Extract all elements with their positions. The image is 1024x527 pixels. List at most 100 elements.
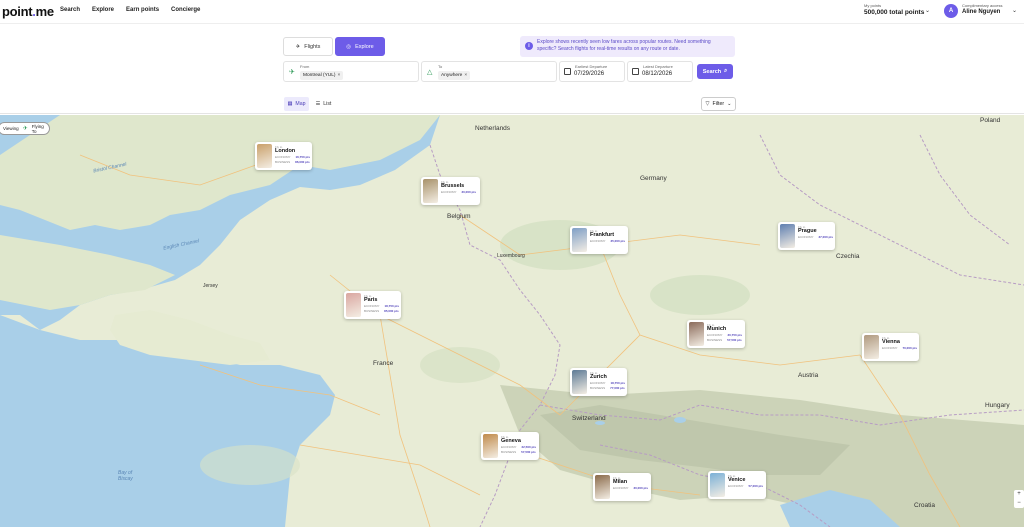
map-label-bay-of-biscay: Bay of Biscay <box>118 470 133 482</box>
search-button[interactable]: Search ⌕ <box>697 64 733 79</box>
map-background <box>0 115 1024 527</box>
viewing-flying-to-chip[interactable]: Viewing ✈ Flying To <box>0 122 50 135</box>
to-chip[interactable]: Anywhere × <box>438 71 471 80</box>
takeoff-icon: ✈ <box>289 69 295 76</box>
destination-card-brussels[interactable]: Fly to Brussels ECONOMY 30,000 pts <box>421 177 480 205</box>
view-list-button[interactable]: ☰ List <box>311 97 336 111</box>
destination-card-vienna[interactable]: Fly to Vienna ECONOMY 70,000 pts <box>862 333 919 361</box>
destination-card-zurich[interactable]: Fly to Zurich ECONOMY 18,750 pts BUSINESS 77,… <box>570 368 627 396</box>
avatar[interactable]: A <box>944 4 958 18</box>
fare-row: ECONOMY 70,000 pts <box>882 346 917 350</box>
close-icon[interactable]: × <box>338 73 341 78</box>
top-nav: point.me Search Explore Earn points Conc… <box>0 0 1024 24</box>
account-info[interactable]: Complimentary access Aline Nguyen <box>962 3 1002 15</box>
destination-name: Prague <box>798 228 817 234</box>
filter-icon: ▽ <box>705 101 710 107</box>
to-field[interactable]: △ To Anywhere × <box>421 61 557 82</box>
earliest-label: Earliest Departure <box>575 64 608 69</box>
fare-price: 30,750 pts <box>727 333 743 337</box>
destination-thumbnail <box>346 293 361 317</box>
globe-icon: △ <box>427 69 433 76</box>
destination-card-munich[interactable]: Fly to Munich ECONOMY 30,750 pts BUSINESS 57,… <box>687 320 745 348</box>
destination-thumbnail <box>257 144 272 168</box>
to-value: Anywhere <box>441 73 463 78</box>
earliest-departure-field[interactable]: Earliest Departure 07/29/2026 <box>559 61 625 82</box>
fare-price: 57,000 pts <box>748 484 764 488</box>
destination-thumbnail <box>780 224 795 248</box>
mode-flights-label: Flights <box>304 43 321 50</box>
map-label-croatia: Croatia <box>914 502 935 509</box>
zoom-out-button[interactable]: − <box>1014 499 1024 508</box>
chevron-down-icon[interactable]: ⌄ <box>1012 7 1017 14</box>
compass-icon: ◎ <box>346 43 352 50</box>
calendar-icon <box>564 68 571 75</box>
fare-row: ECONOMY 18,750 pts <box>364 304 399 308</box>
from-chip[interactable]: Montreal (YUL) × <box>300 71 344 80</box>
fare-row: BUSINESS 77,000 pts <box>590 386 625 390</box>
chevron-down-icon[interactable]: ⌄ <box>925 7 930 14</box>
cabin-label: BUSINESS <box>364 309 380 313</box>
destination-card-milan[interactable]: Fly to Milan ECONOMY 30,000 pts <box>593 473 651 501</box>
fare-price: 57,500 pts <box>727 338 742 342</box>
map-label-czechia: Czechia <box>836 253 860 260</box>
destination-name: Zurich <box>590 374 607 380</box>
latest-departure-field[interactable]: Latest Departure 08/12/2026 <box>627 61 693 82</box>
mode-explore-button[interactable]: ◎ Explore <box>335 37 385 56</box>
fare-price: 37,000 pts <box>818 235 834 239</box>
zoom-in-button[interactable]: + <box>1014 490 1024 499</box>
destination-name: Brussels <box>441 183 465 189</box>
fare-price: 18,750 pts <box>384 304 400 308</box>
logo[interactable]: point.me <box>2 4 54 19</box>
filter-button[interactable]: ▽ Filter ⌄ <box>701 97 736 111</box>
fare-price: 35,000 pts <box>610 239 626 243</box>
nav-link-explore[interactable]: Explore <box>92 7 114 13</box>
destination-name: Milan <box>613 479 628 485</box>
close-icon[interactable]: × <box>464 73 467 78</box>
nav-link-earn-points[interactable]: Earn points <box>126 7 159 13</box>
cabin-label: ECONOMY <box>590 381 606 385</box>
destination-card-london[interactable]: Fly to London ECONOMY 16,750 pts BUSINESS 86,… <box>255 142 312 170</box>
search-panel: ✈ Flights ◎ Explore i Explore shows rece… <box>0 24 1024 114</box>
plane-icon: ✈ <box>295 43 301 50</box>
search-button-label: Search <box>702 68 722 75</box>
destination-card-geneva[interactable]: Fly to Geneva ECONOMY 22,500 pts BUSINESS 57,… <box>481 432 539 460</box>
cabin-label: ECONOMY <box>501 445 517 449</box>
map[interactable]: Netherlands Poland Germany Belgium Luxem… <box>0 115 1024 527</box>
points-label: My points <box>864 3 882 8</box>
fare-price: 18,750 pts <box>610 381 626 385</box>
nav-link-search[interactable]: Search <box>60 7 80 13</box>
map-label-jersey: Jersey <box>203 283 218 289</box>
destination-name: Venice <box>728 477 746 483</box>
nav-link-concierge[interactable]: Concierge <box>171 7 200 13</box>
fare-price: 86,000 pts <box>295 160 310 164</box>
from-field[interactable]: ✈ From Montreal (YUL) × <box>283 61 419 82</box>
fare-price: 57,500 pts <box>521 450 536 454</box>
cabin-label: BUSINESS <box>707 338 723 342</box>
info-icon: i <box>525 42 533 50</box>
fare-row: ECONOMY 57,000 pts <box>728 484 763 488</box>
fare-row: ECONOMY 22,500 pts <box>501 445 536 449</box>
destination-name: Geneva <box>501 438 521 444</box>
fare-row: BUSINESS 57,500 pts <box>501 450 536 454</box>
cabin-label: ECONOMY <box>613 486 629 490</box>
viewing-label: Viewing <box>3 126 19 131</box>
zoom-controls: + − <box>1014 490 1024 508</box>
destination-card-frankfurt[interactable]: Fly to Frankfurt ECONOMY 35,000 pts <box>570 226 628 254</box>
account-name: Aline Nguyen <box>962 9 1001 15</box>
view-map-button[interactable]: ▦ Map <box>284 97 309 111</box>
destination-card-venice[interactable]: Fly to Venice ECONOMY 57,000 pts <box>708 471 766 499</box>
points-summary[interactable]: My points 500,000 total points <box>864 3 924 16</box>
destination-card-paris[interactable]: Fly to Paris ECONOMY 18,750 pts BUSINESS 85,0… <box>344 291 401 319</box>
destination-name: London <box>275 148 296 154</box>
fare-row: ECONOMY 37,000 pts <box>798 235 833 239</box>
earliest-value: 07/29/2026 <box>574 71 605 77</box>
fare-price: 30,000 pts <box>461 190 477 194</box>
destination-thumbnail <box>864 335 879 359</box>
filter-label: Filter <box>712 101 725 107</box>
destination-thumbnail <box>710 473 725 497</box>
destination-name: Vienna <box>882 339 900 345</box>
mode-flights-button[interactable]: ✈ Flights <box>283 37 333 56</box>
destination-card-prague[interactable]: Fly to Prague ECONOMY 37,000 pts <box>778 222 835 250</box>
view-toggle: ▦ Map ☰ List <box>284 97 336 111</box>
destination-name: Frankfurt <box>590 232 615 238</box>
